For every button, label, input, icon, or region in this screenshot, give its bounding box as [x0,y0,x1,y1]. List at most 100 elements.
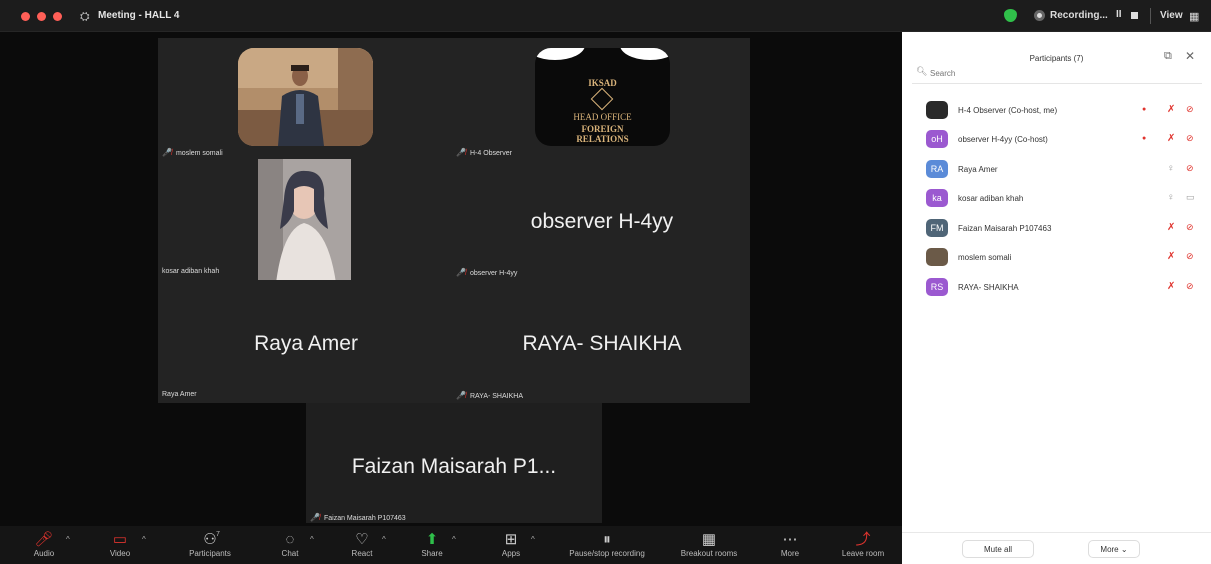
video-tile[interactable]: Raya Amer Raya Amer [158,280,454,403]
chevron-up-icon[interactable]: ^ [452,535,456,544]
toolbar-label: Breakout rooms [680,549,738,558]
video-tile[interactable]: 🎤̸ moslem somali [158,38,454,158]
audio-button[interactable]: 🎤︎ Audio [20,530,68,562]
mic-muted-icon[interactable]: ✗ [1167,104,1175,115]
participant-row[interactable]: RS RAYA- SHAIKHA ✗ ⊘ [902,275,1211,301]
stop-recording-icon[interactable] [1131,12,1138,19]
video-tile[interactable]: Faizan Maisarah P1... 🎤̸ Faizan Maisarah … [306,403,602,523]
mic-muted-icon[interactable]: ✗ [1167,222,1175,233]
logo-line: IKSAD [588,78,617,88]
logo-shape [535,48,585,60]
participant-name: Faizan Maisarah P107463 [958,224,1052,233]
toolbar-label: React [351,549,373,558]
participant-row[interactable]: moslem somali ✗ ⊘ [902,245,1211,271]
participant-row[interactable]: oH observer H-4yy (Co-host) ● ✗ ⊘ [902,127,1211,153]
react-icon: ♡ [355,531,369,548]
share-button[interactable]: ⬆ Share [410,530,454,562]
toolbar-label: Video [109,549,131,558]
divider [1150,8,1151,24]
status-dot-icon: ● [1142,106,1147,113]
logo-shape [620,48,670,60]
pause-stop-recording-button[interactable]: ⏸ Pause/stop recording [555,530,659,562]
participant-name: Raya Amer [958,165,998,174]
apps-button[interactable]: ⊞ Apps [489,530,533,562]
video-tile[interactable]: RAYA- SHAIKHA 🎤̸ RAYA- SHAIKHA [454,280,750,403]
participant-video [238,48,373,146]
security-shield-icon[interactable] [1004,9,1017,22]
chevron-up-icon[interactable]: ^ [142,535,146,544]
search-input[interactable] [930,66,1190,80]
video-off-icon[interactable]: ⊘ [1186,163,1194,174]
video-button[interactable]: ▭ Video [96,530,144,562]
chevron-up-icon[interactable]: ^ [310,535,314,544]
mic-muted-icon: 🎤̸ [310,513,320,522]
apps-icon: ⊞ [504,531,518,548]
participants-button[interactable]: ⚇ 7 Participants [176,530,244,562]
participant-name: moslem somali [958,253,1012,262]
participant-row[interactable]: RA Raya Amer ♀ ⊘ [902,157,1211,183]
participant-row[interactable]: ka kosar adiban khah ♀ ▭ [902,186,1211,212]
participant-photo [258,159,351,283]
video-gallery: 🎤̸ moslem somali IKSAD HEAD OFFICE FOREIG… [158,38,750,403]
leave-room-button[interactable]: ⤴ Leave room [832,530,894,562]
popout-icon[interactable]: ⧉ [1164,50,1172,63]
participant-row[interactable]: FM Faizan Maisarah P107463 ✗ ⊘ [902,216,1211,242]
more-button[interactable]: ⋯ More [768,530,812,562]
video-off-icon[interactable]: ⊘ [1186,281,1194,292]
breakout-rooms-button[interactable]: ▦ Breakout rooms [666,530,752,562]
mic-muted-icon: 🎤̸ [162,148,172,157]
video-tile[interactable]: IKSAD HEAD OFFICE FOREIGN RELATIONS 🎤̸ H-… [454,38,750,158]
participant-big-name: Raya Amer [254,332,358,355]
avatar: FM [926,219,948,237]
mic-icon[interactable]: ♀ [1167,163,1175,174]
toolbar-label: Pause/stop recording [569,549,645,558]
video-off-icon[interactable]: ⊘ [1186,104,1194,115]
avatar: RS [926,278,948,296]
participant-name-label: 🎤̸ H-4 Observer [456,148,512,157]
avatar [926,101,948,119]
mute-all-button[interactable]: Mute all [962,540,1034,558]
leave-icon: ⤴ [855,531,871,548]
mic-icon[interactable]: ♀ [1167,192,1175,203]
video-off-icon[interactable]: ⊘ [1186,251,1194,262]
video-tile[interactable]: observer H-4yy 🎤̸ observer H-4yy [454,158,750,280]
participant-name: H-4 Observer (Co-host, me) [958,106,1058,115]
mic-muted-icon: 🎤︎ [34,531,54,548]
status-dot-icon: ● [1142,135,1147,142]
mic-muted-icon[interactable]: ✗ [1167,133,1175,144]
close-icon[interactable]: ✕ [1185,49,1195,63]
video-tile[interactable]: kosar adiban khah [158,158,454,283]
toolbar-label: Apps [501,549,521,558]
react-button[interactable]: ♡ React [340,530,384,562]
mic-muted-icon: 🎤̸ [456,268,466,277]
pause-stop-icon: ⏸ [603,531,611,548]
breakout-icon: ▦ [701,531,717,548]
mic-muted-icon[interactable]: ✗ [1167,251,1175,262]
pause-recording-icon[interactable]: II [1116,9,1122,20]
minimize-window-button[interactable] [37,12,46,21]
chevron-up-icon[interactable]: ^ [66,535,70,544]
avatar [926,248,948,266]
grid-view-icon[interactable]: ▦ [1189,10,1199,23]
chevron-up-icon[interactable]: ^ [531,535,535,544]
toolbar-label: Leave room [841,549,885,558]
zoom-meeting-window: ⛭ Meeting - HALL 4 Recording... II View … [0,0,1211,564]
view-button[interactable]: View [1160,10,1183,21]
toolbar-label: Share [421,549,443,558]
video-off-icon[interactable]: ⊘ [1186,222,1194,233]
participants-panel: Participants (7) ⧉ ✕ 🔍︎ H-4 Observer (Co… [902,32,1211,564]
more-label: More [1100,544,1119,554]
maximize-window-button[interactable] [53,12,62,21]
video-off-icon[interactable]: ⊘ [1186,133,1194,144]
search-icon: 🔍︎ [916,66,928,76]
mic-muted-icon[interactable]: ✗ [1167,281,1175,292]
more-button[interactable]: More ⌄ [1088,540,1140,558]
close-window-button[interactable] [21,12,30,21]
chat-button[interactable]: ◌ Chat [268,530,312,562]
participant-name-label: 🎤̸ Faizan Maisarah P107463 [310,513,406,522]
chevron-up-icon[interactable]: ^ [382,535,386,544]
participant-photo [238,48,373,146]
share-icon: ⬆ [425,531,439,548]
video-icon[interactable]: ▭ [1186,192,1195,203]
participant-row[interactable]: H-4 Observer (Co-host, me) ● ✗ ⊘ [902,98,1211,124]
